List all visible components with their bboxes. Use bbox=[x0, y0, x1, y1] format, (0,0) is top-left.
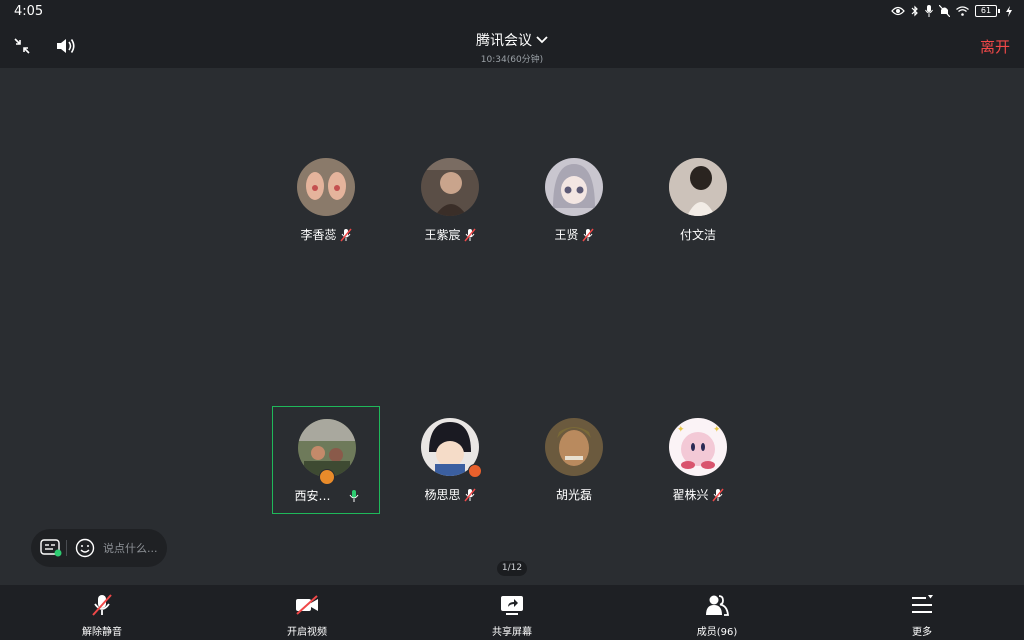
participant-tile[interactable]: 王紫宸 bbox=[396, 146, 504, 254]
subtitle-icon[interactable] bbox=[40, 539, 62, 557]
chat-placeholder[interactable]: 说点什么... bbox=[103, 540, 158, 556]
participant-name: 付文洁 bbox=[679, 228, 716, 242]
participant-name: 王紫宸 bbox=[424, 228, 461, 242]
avatar bbox=[421, 158, 479, 216]
meeting-title-text: 腾讯会议 bbox=[476, 33, 532, 49]
members-button[interactable]: 成员(96) bbox=[667, 585, 767, 640]
participant-name: 胡光磊 bbox=[555, 488, 592, 502]
camera-off-icon bbox=[296, 595, 318, 615]
status-time: 4:05 bbox=[14, 4, 44, 19]
participant-tile[interactable]: 王贤 bbox=[520, 146, 628, 254]
unmute-label: 解除静音 bbox=[82, 627, 122, 638]
svg-text:✦: ✦ bbox=[713, 425, 721, 435]
meeting-title-area[interactable]: 腾讯会议 10:34(60分钟) bbox=[0, 30, 1024, 65]
charging-icon bbox=[1006, 5, 1012, 17]
avatar bbox=[669, 158, 727, 216]
status-bar: 4:05 61 bbox=[0, 0, 1024, 24]
participant-name: 李香蕊 bbox=[300, 228, 337, 242]
share-screen-button[interactable]: 共享屏幕 bbox=[462, 585, 562, 640]
participant-name: 西安… bbox=[294, 489, 331, 503]
avatar bbox=[545, 418, 603, 476]
status-icons: 61 bbox=[891, 5, 1012, 17]
status-badge bbox=[468, 464, 482, 478]
battery-icon: 61 bbox=[975, 5, 1000, 17]
participant-tile[interactable]: ✦ ✦ 翟株兴 bbox=[644, 406, 752, 514]
avatar: ✦ ✦ bbox=[669, 418, 727, 476]
participant-tile[interactable]: 胡光磊 bbox=[520, 406, 628, 514]
mic-muted-icon bbox=[711, 488, 724, 501]
participant-tile[interactable]: 付文洁 bbox=[644, 146, 752, 254]
mute-bell-icon bbox=[939, 5, 950, 17]
more-label: 更多 bbox=[912, 627, 932, 638]
members-icon bbox=[706, 595, 729, 616]
avatar bbox=[297, 158, 355, 216]
mic-muted-icon bbox=[581, 228, 594, 241]
participant-name: 杨思思 bbox=[424, 488, 461, 502]
mic-active-icon bbox=[349, 489, 358, 502]
more-button[interactable]: 更多 bbox=[872, 585, 972, 640]
mic-icon bbox=[925, 5, 933, 17]
share-screen-label: 共享屏幕 bbox=[492, 627, 532, 638]
bottom-toolbar: 解除静音 开启视频 共享屏幕 成员(96) 更多 bbox=[0, 585, 1024, 640]
mic-muted-icon bbox=[463, 228, 476, 241]
host-badge-icon bbox=[319, 469, 335, 485]
menu-icon bbox=[912, 595, 933, 613]
mic-muted-icon bbox=[339, 228, 352, 241]
participant-name: 翟株兴 bbox=[672, 488, 709, 502]
avatar bbox=[545, 158, 603, 216]
chevron-down-icon bbox=[536, 36, 548, 44]
video-button[interactable]: 开启视频 bbox=[257, 585, 357, 640]
mic-muted-icon bbox=[463, 488, 476, 501]
participant-tile[interactable]: 杨思思 bbox=[396, 406, 504, 514]
participant-tile[interactable]: 李香蕊 bbox=[272, 146, 380, 254]
divider bbox=[66, 540, 67, 556]
video-label: 开启视频 bbox=[287, 627, 327, 638]
chat-input[interactable]: 说点什么... bbox=[31, 529, 167, 567]
bluetooth-icon bbox=[911, 5, 918, 17]
participant-tile-active[interactable]: 西安… bbox=[272, 406, 380, 514]
share-screen-icon bbox=[501, 596, 523, 615]
meeting-duration: 10:34(60分钟) bbox=[480, 55, 544, 65]
mic-muted-icon bbox=[92, 594, 112, 616]
wifi-icon bbox=[956, 6, 969, 16]
eye-icon bbox=[891, 6, 905, 16]
participant-grid: 李香蕊 王紫宸 王贤 付文洁 西安… 杨思思 胡光磊 ✦ ✦ 翟株兴 bbox=[0, 68, 1024, 585]
unmute-button[interactable]: 解除静音 bbox=[52, 585, 152, 640]
leave-button[interactable]: 离开 bbox=[980, 36, 1010, 57]
emoji-icon[interactable] bbox=[75, 538, 95, 558]
meeting-header: 腾讯会议 10:34(60分钟) 离开 bbox=[0, 24, 1024, 68]
members-label: 成员(96) bbox=[696, 627, 738, 638]
battery-level: 61 bbox=[975, 5, 997, 17]
meeting-title[interactable]: 腾讯会议 bbox=[476, 30, 548, 50]
svg-text:✦: ✦ bbox=[677, 425, 685, 435]
page-indicator: 1/12 bbox=[497, 561, 527, 576]
participant-name: 王贤 bbox=[554, 228, 579, 242]
